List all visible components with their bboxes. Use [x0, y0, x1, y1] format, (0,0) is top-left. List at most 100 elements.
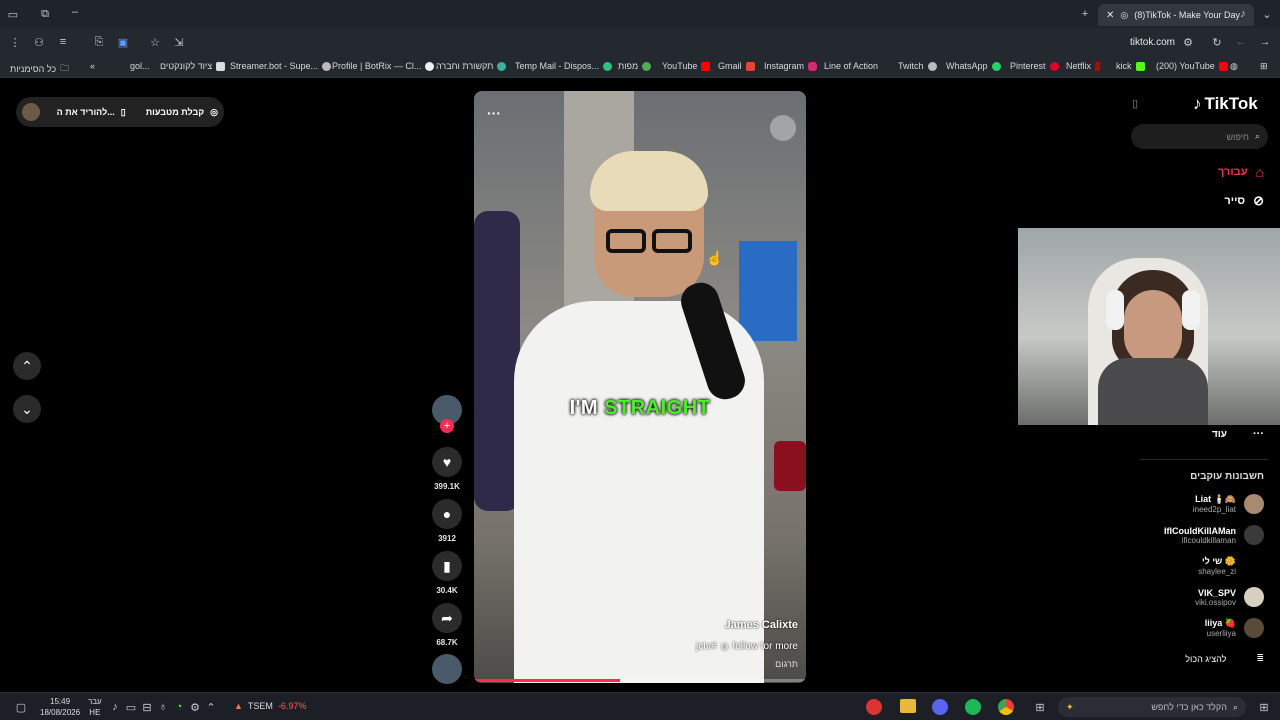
microphone-icon[interactable]: ♁ [156, 700, 170, 714]
account-handle: shaylee_zi [1198, 567, 1236, 576]
bookmark-whatsapp[interactable]: WhatsApp [946, 61, 1001, 71]
tab-list-icon[interactable]: ▭ [6, 7, 20, 21]
bookmark-all[interactable]: כל הסימניות 🗀 [10, 61, 69, 77]
video-player[interactable]: ··· I'M STRAIGHT James Calixte jctv# ◍ f… [474, 91, 806, 683]
bookmark-tempmail[interactable]: Temp Mail - Dispos... [515, 61, 613, 71]
bookmark-streamerbot[interactable]: Streamer.bot - Supe... [230, 61, 332, 71]
following-account[interactable]: שי לי 🌼 shaylee_zi [1198, 556, 1264, 576]
language-indicator[interactable]: עבר HE [88, 696, 102, 718]
bookmark-instagram[interactable]: Instagram [764, 61, 818, 71]
next-video-button[interactable]: ⌄ [13, 395, 41, 423]
clock[interactable]: 15:49 18/08/2026 [40, 696, 80, 718]
bookmark-gol[interactable]: gol... [130, 61, 150, 71]
chevron-up-icon[interactable]: ⌃ [204, 700, 218, 714]
discord-icon[interactable] [932, 699, 948, 715]
task-view-icon[interactable]: ⊞ [1033, 700, 1047, 714]
network-icon[interactable]: ⊟ [140, 700, 154, 714]
download-app-label[interactable]: להוריד את ה... [57, 107, 115, 117]
profile-icon[interactable]: ⚇ [32, 35, 46, 49]
tiktok-tab-icon: ◎ [1120, 9, 1129, 20]
search-box[interactable]: חיפוש ⌕ [1131, 124, 1268, 149]
bookmark-netflix[interactable]: Netflix [1066, 61, 1101, 71]
video-author[interactable]: James Calixte [725, 619, 798, 631]
display-icon[interactable]: ▭ [124, 700, 138, 714]
show-all-link[interactable]: להציג הכול ≣ [1185, 653, 1264, 664]
nav-more-label: עוד [1211, 428, 1227, 440]
bookmark-youtube[interactable]: YouTube [662, 61, 711, 71]
comment-button[interactable]: ● [432, 499, 462, 529]
windows-search-input[interactable]: הקלד כאן כדי לחפש [1151, 702, 1227, 712]
previous-video-button[interactable]: ⌃ [13, 352, 41, 380]
tune-icon[interactable]: ≡ [56, 35, 70, 49]
collapse-sidebar-icon[interactable]: ▯ [1132, 97, 1138, 110]
following-account[interactable]: IfICouldKillAMan ificouldkillaman [1164, 525, 1264, 545]
more-options-icon[interactable]: ··· [487, 105, 501, 121]
app-red-icon[interactable] [866, 699, 882, 715]
bookmark-youtube-200[interactable]: (200) YouTube [1156, 61, 1228, 71]
chevron-down-icon[interactable]: ⌄ [1260, 7, 1274, 21]
share-button[interactable]: ➦ [432, 603, 462, 633]
mail-icon [603, 61, 613, 71]
follow-plus-icon[interactable]: + [440, 419, 454, 433]
file-explorer-icon[interactable] [900, 699, 916, 713]
avatar [1244, 525, 1264, 545]
like-button[interactable]: ♥ [432, 447, 462, 477]
stock-ticker[interactable]: ▲ TSEM -6.97% [234, 701, 306, 711]
app-tray-icon[interactable]: ◔ [172, 700, 186, 714]
settings-icon[interactable]: ⚙ [188, 700, 202, 714]
bookmark-twitch[interactable]: Twitch [898, 61, 937, 71]
restore-icon[interactable]: ⧉ [38, 7, 52, 21]
hashtag[interactable]: jctv# [696, 641, 717, 652]
get-coins-label[interactable]: קבלת מטבעות [146, 107, 204, 117]
reload-icon[interactable]: ↻ [1210, 35, 1224, 49]
chevron-left-icon[interactable]: « [90, 61, 95, 71]
windows-start-icon[interactable]: ⊞ [1257, 700, 1271, 714]
bookmark-maps[interactable]: מפות [618, 61, 652, 71]
bookmark-pinterest[interactable]: Pinterest [1010, 61, 1059, 71]
divider [1140, 459, 1268, 460]
bookmark-communication[interactable]: תקשורת וחברה [436, 61, 507, 71]
store-poster [739, 241, 797, 341]
install-icon[interactable]: ⇲ [172, 35, 186, 49]
spotify-icon[interactable] [965, 699, 981, 715]
volume-icon[interactable]: ♪ [108, 700, 122, 714]
nav-more[interactable]: עוד ··· [1212, 428, 1264, 440]
star-icon[interactable]: ☆ [148, 35, 162, 49]
avatar [22, 103, 40, 121]
translate-icon[interactable]: ▣ [116, 35, 130, 49]
following-account[interactable]: liiya 🍓 userliiya [1205, 618, 1264, 638]
tab-tiktok[interactable]: ✕ ◎ (8)TikTok - Make Your Day [1098, 4, 1254, 26]
site-settings-icon[interactable]: ⚙ [1181, 35, 1195, 49]
apps-grid-icon[interactable]: ⊞ [1260, 61, 1268, 72]
save-button[interactable]: ▮ [432, 551, 462, 581]
bookmark-equipment[interactable]: ציוד לקונקטים [160, 61, 226, 71]
search-input[interactable]: חיפוש [1226, 132, 1248, 142]
progress-track[interactable] [474, 679, 806, 682]
following-account[interactable]: Liat 🕯️🙈 ineed2p_liat [1193, 494, 1264, 514]
menu-dots-icon[interactable]: ⋮ [8, 35, 22, 49]
url-text[interactable]: tiktok.com [1130, 37, 1175, 48]
minimize-icon[interactable]: – [68, 5, 82, 19]
sound-avatar[interactable] [432, 654, 462, 684]
following-account[interactable]: VIK_SPV viki.ossipov [1195, 587, 1264, 607]
bookmark-gmail[interactable]: Gmail [718, 61, 755, 71]
back-icon[interactable]: → [1258, 35, 1272, 49]
nav-explore[interactable]: סייר ⊘ [1224, 193, 1264, 209]
account-handle: userliiya [1206, 629, 1236, 638]
nav-for-you[interactable]: עבורך ⌂ [1218, 164, 1264, 180]
bookmark-lineofaction[interactable]: Line of Action [824, 61, 878, 71]
new-tab-icon[interactable]: + [1078, 7, 1092, 21]
bookmark-botrix[interactable]: Profile | BotRix — Cl... [332, 61, 435, 71]
tiktok-logo[interactable]: ♪ TikTok [1193, 94, 1258, 114]
extensions-icon[interactable]: ⎘ [92, 35, 106, 49]
notifications-icon[interactable]: ▢ [14, 700, 28, 714]
download-app-pill[interactable]: להוריד את ה... ▯ קבלת מטבעות ◎ [16, 97, 224, 127]
globe-icon[interactable]: ◍ [1230, 61, 1238, 72]
translate-link[interactable]: תרגום [775, 659, 798, 669]
windows-search[interactable]: ✦ הקלד כאן כדי לחפש ⌕ [1058, 697, 1246, 717]
clock-date: 18/08/2026 [40, 708, 81, 717]
chrome-icon[interactable] [998, 699, 1014, 715]
bookmark-kick[interactable]: kick [1116, 61, 1145, 71]
close-tab-icon[interactable]: ✕ [1106, 10, 1114, 21]
forward-icon[interactable]: ← [1234, 35, 1248, 49]
